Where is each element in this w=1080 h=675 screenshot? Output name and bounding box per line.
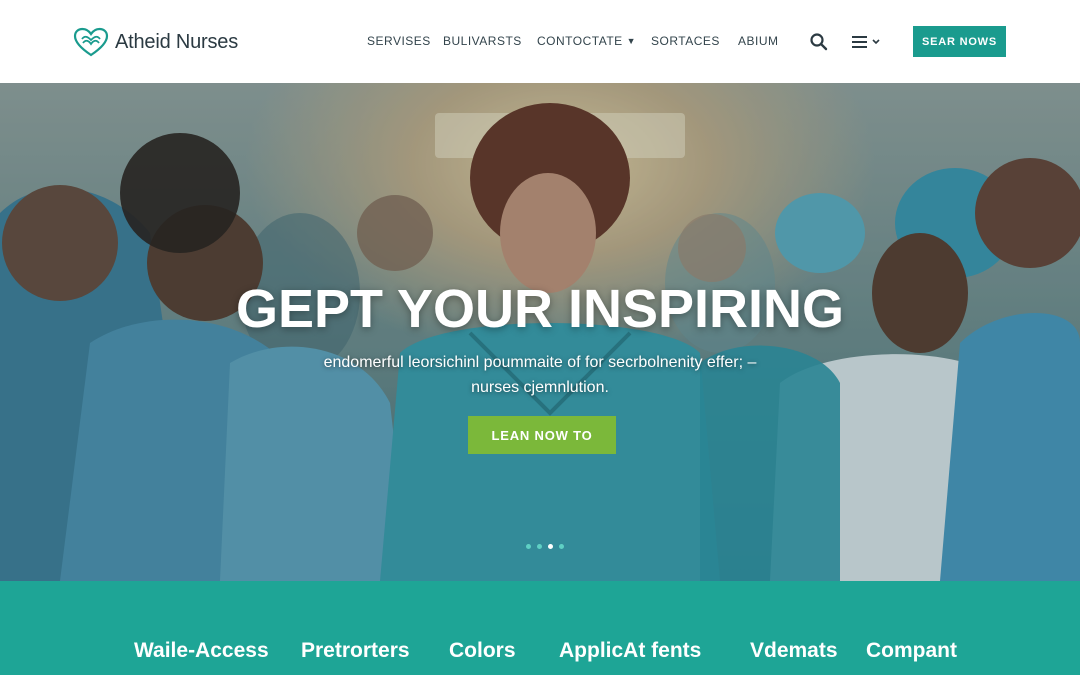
carousel-dots [526, 544, 564, 549]
feature-link[interactable]: Compant [866, 639, 957, 663]
menu-button[interactable] [852, 34, 884, 50]
menu-icon [852, 36, 867, 48]
nav-item-bulivarsts[interactable]: BULIVARSTS [443, 34, 522, 50]
feature-link[interactable]: Pretrorters [301, 639, 410, 663]
feature-band: Waile-Access Pretrorters Colors ApplicAt… [0, 581, 1080, 675]
brand-logo[interactable]: Atheid Nurses [73, 26, 238, 58]
learn-now-button[interactable]: LEAN NOW TO [468, 416, 616, 454]
hero-subtitle-line: endomerful leorsichinl poummaite of for … [323, 354, 757, 371]
carousel-dot[interactable] [559, 544, 564, 549]
chevron-down-icon: ▼ [626, 36, 637, 46]
hero-subtitle-line: nurses cjemnlution. [471, 379, 609, 396]
hero-section: GEPT YOUR INSPIRING endomerful leorsichi… [0, 83, 1080, 581]
heart-logo-icon [73, 27, 109, 57]
brand-name: Atheid Nurses [115, 30, 239, 53]
nav-item-sortaces[interactable]: SORTACES [651, 34, 720, 50]
hero-subtitle: endomerful leorsichinl poummaite of for … [280, 350, 800, 400]
chevron-down-icon [872, 39, 880, 45]
feature-link[interactable]: Vdemats [750, 639, 838, 663]
feature-link[interactable]: Colors [449, 639, 516, 663]
carousel-dot-active[interactable] [548, 544, 553, 549]
site-header: Atheid Nurses SERVISES BULIVARSTS CONTOC… [0, 0, 1080, 84]
nav-item-abium[interactable]: ABIUM [738, 34, 779, 50]
search-now-button[interactable]: SEAR NOWS [913, 26, 1006, 57]
nav-item-contoctate[interactable]: CONTOCTATE ▼ [537, 34, 636, 50]
carousel-dot[interactable] [526, 544, 531, 549]
hero-title: GEPT YOUR INSPIRING [235, 279, 845, 339]
feature-link[interactable]: ApplicAt fents [559, 639, 701, 663]
nav-item-contoctate-label: CONTOCTATE [537, 34, 623, 48]
feature-link[interactable]: Waile-Access [134, 639, 269, 663]
nav-item-services[interactable]: SERVISES [367, 34, 431, 50]
search-icon[interactable] [809, 32, 829, 52]
carousel-dot[interactable] [537, 544, 542, 549]
